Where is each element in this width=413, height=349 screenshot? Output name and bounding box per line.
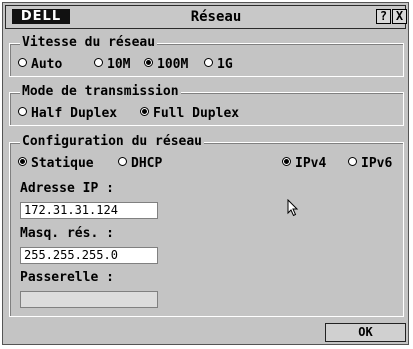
close-icon[interactable]: X (392, 9, 407, 24)
subnet-mask-label: Masq. rés. : (20, 226, 114, 241)
radio-icon (18, 58, 27, 67)
ip-version-ipv4[interactable]: IPv4 (282, 156, 326, 171)
ip-address-label: Adresse IP : (20, 181, 114, 196)
speed-group-legend: Vitesse du réseau (20, 35, 158, 50)
config-group-legend: Configuration du réseau (20, 134, 205, 149)
duplex-group-legend: Mode de transmission (20, 84, 181, 99)
config-group: Configuration du réseau Statique DHCP IP… (9, 134, 404, 317)
ip-version-ipv6[interactable]: IPv6 (348, 156, 392, 171)
speed-group: Vitesse du réseau Auto 10M 100M 1G (9, 35, 404, 77)
speed-option-auto[interactable]: Auto (18, 57, 62, 72)
ok-button[interactable]: OK (325, 323, 406, 342)
ip-address-field[interactable]: 172.31.31.124 (20, 202, 158, 219)
radio-selected-icon (144, 58, 153, 67)
mouse-cursor-icon (287, 199, 299, 217)
title-bar: DELL Réseau ? X (5, 5, 407, 29)
speed-option-10m[interactable]: 10M (94, 57, 130, 72)
window-title: Réseau (190, 9, 242, 25)
gateway-label: Passerelle : (20, 270, 114, 285)
help-icon[interactable]: ? (376, 9, 391, 24)
radio-selected-icon (282, 157, 291, 166)
radio-selected-icon (140, 107, 149, 116)
radio-icon (204, 58, 213, 67)
duplex-option-full[interactable]: Full Duplex (140, 106, 239, 121)
network-dialog: DELL Réseau ? X Vitesse du réseau Auto 1… (2, 2, 409, 345)
duplex-group: Mode de transmission Half Duplex Full Du… (9, 84, 404, 126)
mode-option-static[interactable]: Statique (18, 156, 94, 171)
radio-icon (118, 157, 127, 166)
radio-icon (94, 58, 103, 67)
subnet-mask-field[interactable]: 255.255.255.0 (20, 247, 158, 264)
mode-option-dhcp[interactable]: DHCP (118, 156, 162, 171)
speed-option-1g[interactable]: 1G (204, 57, 233, 72)
radio-icon (18, 107, 27, 116)
radio-icon (348, 157, 357, 166)
speed-option-100m[interactable]: 100M (144, 57, 188, 72)
radio-selected-icon (18, 157, 27, 166)
gateway-field[interactable] (20, 291, 158, 308)
dell-logo: DELL (12, 9, 70, 24)
duplex-option-half[interactable]: Half Duplex (18, 106, 117, 121)
